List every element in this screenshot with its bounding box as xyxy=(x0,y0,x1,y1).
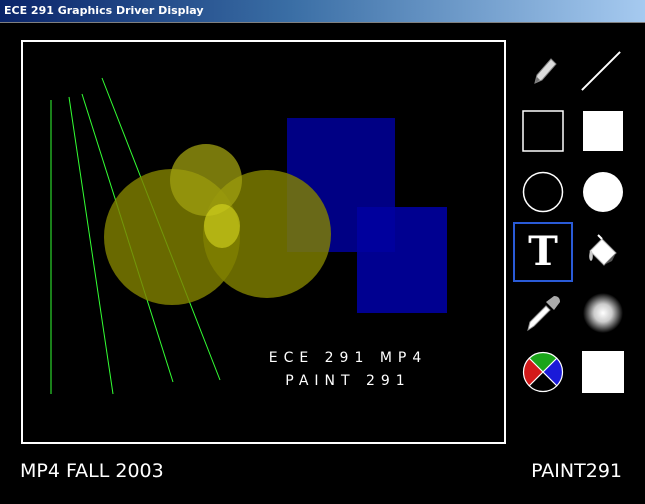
airbrush-icon xyxy=(583,293,623,333)
yellow-circle xyxy=(170,144,242,216)
airbrush-tool[interactable] xyxy=(582,292,624,334)
rectangle-tool[interactable] xyxy=(522,110,564,152)
rectangle-outline-icon xyxy=(522,110,564,152)
pencil-tool[interactable] xyxy=(522,50,564,92)
filled-rectangle-tool[interactable] xyxy=(582,110,624,152)
current-color-swatch[interactable] xyxy=(582,351,624,393)
drawing-canvas[interactable]: ECE 291 MP4 PAINT 291 xyxy=(21,40,506,444)
rectangle-filled-icon xyxy=(583,111,623,151)
filled-circle-tool[interactable] xyxy=(582,171,624,213)
eyedropper-icon xyxy=(527,296,560,332)
canvas-text-line2: PAINT 291 xyxy=(285,373,411,389)
paint-bucket-icon xyxy=(589,234,617,266)
text-icon: T xyxy=(528,228,558,275)
eyedropper-tool[interactable] xyxy=(522,292,564,334)
circle-tool[interactable] xyxy=(522,171,564,213)
fill-tool[interactable] xyxy=(582,231,624,273)
blue-rectangle xyxy=(357,207,447,313)
line-tool[interactable] xyxy=(580,50,622,92)
color-wheel-icon xyxy=(522,351,564,393)
pencil-icon xyxy=(534,58,557,84)
line-icon xyxy=(581,51,621,91)
color-swatch-icon xyxy=(582,351,624,393)
circle-filled-icon xyxy=(583,172,623,212)
footer-right-label: PAINT291 xyxy=(531,460,622,482)
text-tool[interactable]: T xyxy=(513,222,573,282)
circle-outline-icon xyxy=(522,171,564,213)
color-picker-tool[interactable] xyxy=(522,351,564,393)
title-bar[interactable]: ECE 291 Graphics Driver Display xyxy=(0,0,645,23)
window-title: ECE 291 Graphics Driver Display xyxy=(4,4,204,17)
overlap-highlight xyxy=(204,204,240,248)
canvas-text-line1: ECE 291 MP4 xyxy=(268,350,428,366)
footer-left-label: MP4 FALL 2003 xyxy=(20,460,164,482)
